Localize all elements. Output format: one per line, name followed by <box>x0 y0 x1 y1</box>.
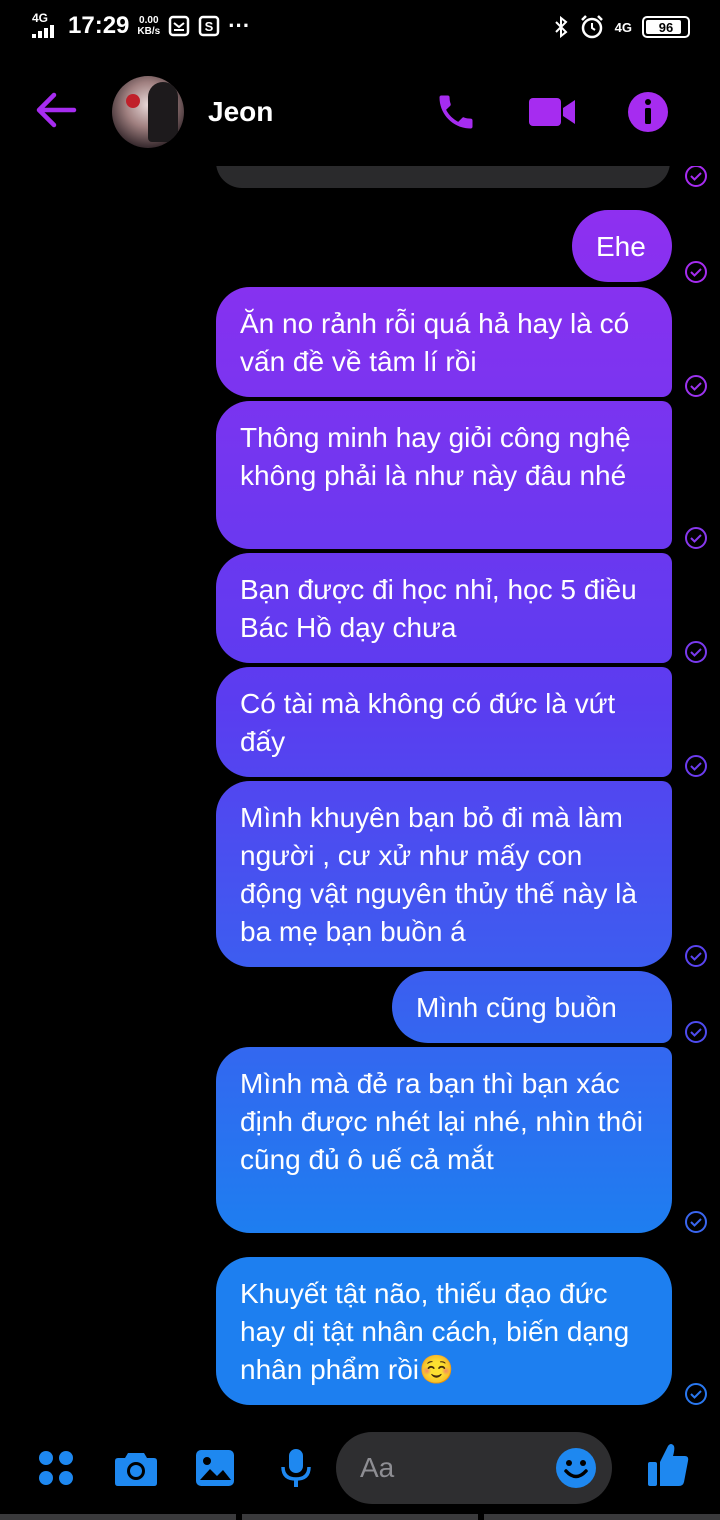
clock: 17:29 <box>68 12 130 39</box>
message-bubble[interactable]: Có tài mà không có đức là vứt đấy <box>216 667 672 777</box>
like-thumb-icon[interactable] <box>646 1442 690 1488</box>
bluetooth-icon <box>554 15 568 39</box>
seen-check-icon <box>685 755 707 777</box>
svg-text:S: S <box>205 19 214 34</box>
more-notifications: ··· <box>228 13 251 38</box>
info-icon[interactable] <box>626 90 670 134</box>
speed-value: 0.00 <box>139 15 159 26</box>
message-bubble[interactable]: Khuyết tật não, thiếu đạo đức hay dị tật… <box>216 1257 672 1405</box>
message-input-placeholder: Aa <box>360 1452 395 1483</box>
mail-icon <box>168 15 190 37</box>
avatar-flower <box>126 94 140 108</box>
contact-name[interactable]: Jeon <box>208 96 273 128</box>
camera-icon[interactable] <box>114 1448 158 1488</box>
network-type-right: 4G <box>614 19 632 35</box>
seen-check-icon <box>685 1211 707 1233</box>
alarm-icon <box>580 15 603 39</box>
network-speed: 0.00 KB/s <box>137 15 160 37</box>
message-bubble[interactable]: Ehe <box>572 210 672 282</box>
microphone-icon[interactable] <box>276 1448 316 1488</box>
message-list[interactable]: Ehe Ăn no rảnh rỗi quá hả hay là có vấn … <box>0 166 720 1430</box>
seen-check-icon <box>685 527 707 549</box>
battery-level: 96 <box>658 19 674 35</box>
back-arrow-icon[interactable] <box>34 88 78 132</box>
chat-header: Jeon <box>0 60 720 166</box>
status-bar: 4G 17:29 0.00 KB/s S ··· 4G 96 <box>0 0 720 56</box>
battery-icon: 96 <box>642 16 690 38</box>
emoji-icon[interactable] <box>554 1446 598 1490</box>
status-left: 4G 17:29 0.00 KB/s S ··· <box>30 12 250 40</box>
network-type: 4G <box>32 11 49 25</box>
previous-message-bubble[interactable] <box>216 166 670 188</box>
app-s-icon: S <box>198 15 220 37</box>
gallery-icon[interactable] <box>194 1448 236 1488</box>
message-bubble[interactable]: Bạn được đi học nhỉ, học 5 điều Bác Hồ d… <box>216 553 672 663</box>
video-call-icon[interactable] <box>526 90 578 134</box>
message-bubble[interactable]: Mình khuyên bạn bỏ đi mà làm người , cư … <box>216 781 672 967</box>
avatar-hair <box>148 82 178 142</box>
seen-check-icon <box>685 261 707 283</box>
navigation-gesture-bar <box>0 1514 720 1520</box>
message-input[interactable]: Aa <box>336 1432 612 1504</box>
message-bubble[interactable]: Mình cũng buồn <box>392 971 672 1043</box>
message-bubble[interactable]: Mình mà đẻ ra bạn thì bạn xác định được … <box>216 1047 672 1233</box>
seen-check-icon <box>685 1383 707 1405</box>
message-bubble[interactable]: Thông minh hay giỏi công nghệ không phải… <box>216 401 672 549</box>
seen-check-icon <box>685 641 707 663</box>
more-actions-icon[interactable] <box>36 1448 76 1488</box>
speed-unit: KB/s <box>137 26 161 37</box>
seen-check-icon <box>685 1021 707 1043</box>
status-right: 4G 96 <box>553 14 690 40</box>
phone-call-icon[interactable] <box>434 90 478 134</box>
seen-check-icon <box>685 166 707 187</box>
signal-icon: 4G <box>30 12 60 40</box>
composer-bar: Aa <box>0 1430 720 1520</box>
contact-avatar[interactable] <box>112 76 184 148</box>
message-bubble[interactable]: Ăn no rảnh rỗi quá hả hay là có vấn đề v… <box>216 287 672 397</box>
seen-check-icon <box>685 945 707 967</box>
seen-check-icon <box>685 375 707 397</box>
